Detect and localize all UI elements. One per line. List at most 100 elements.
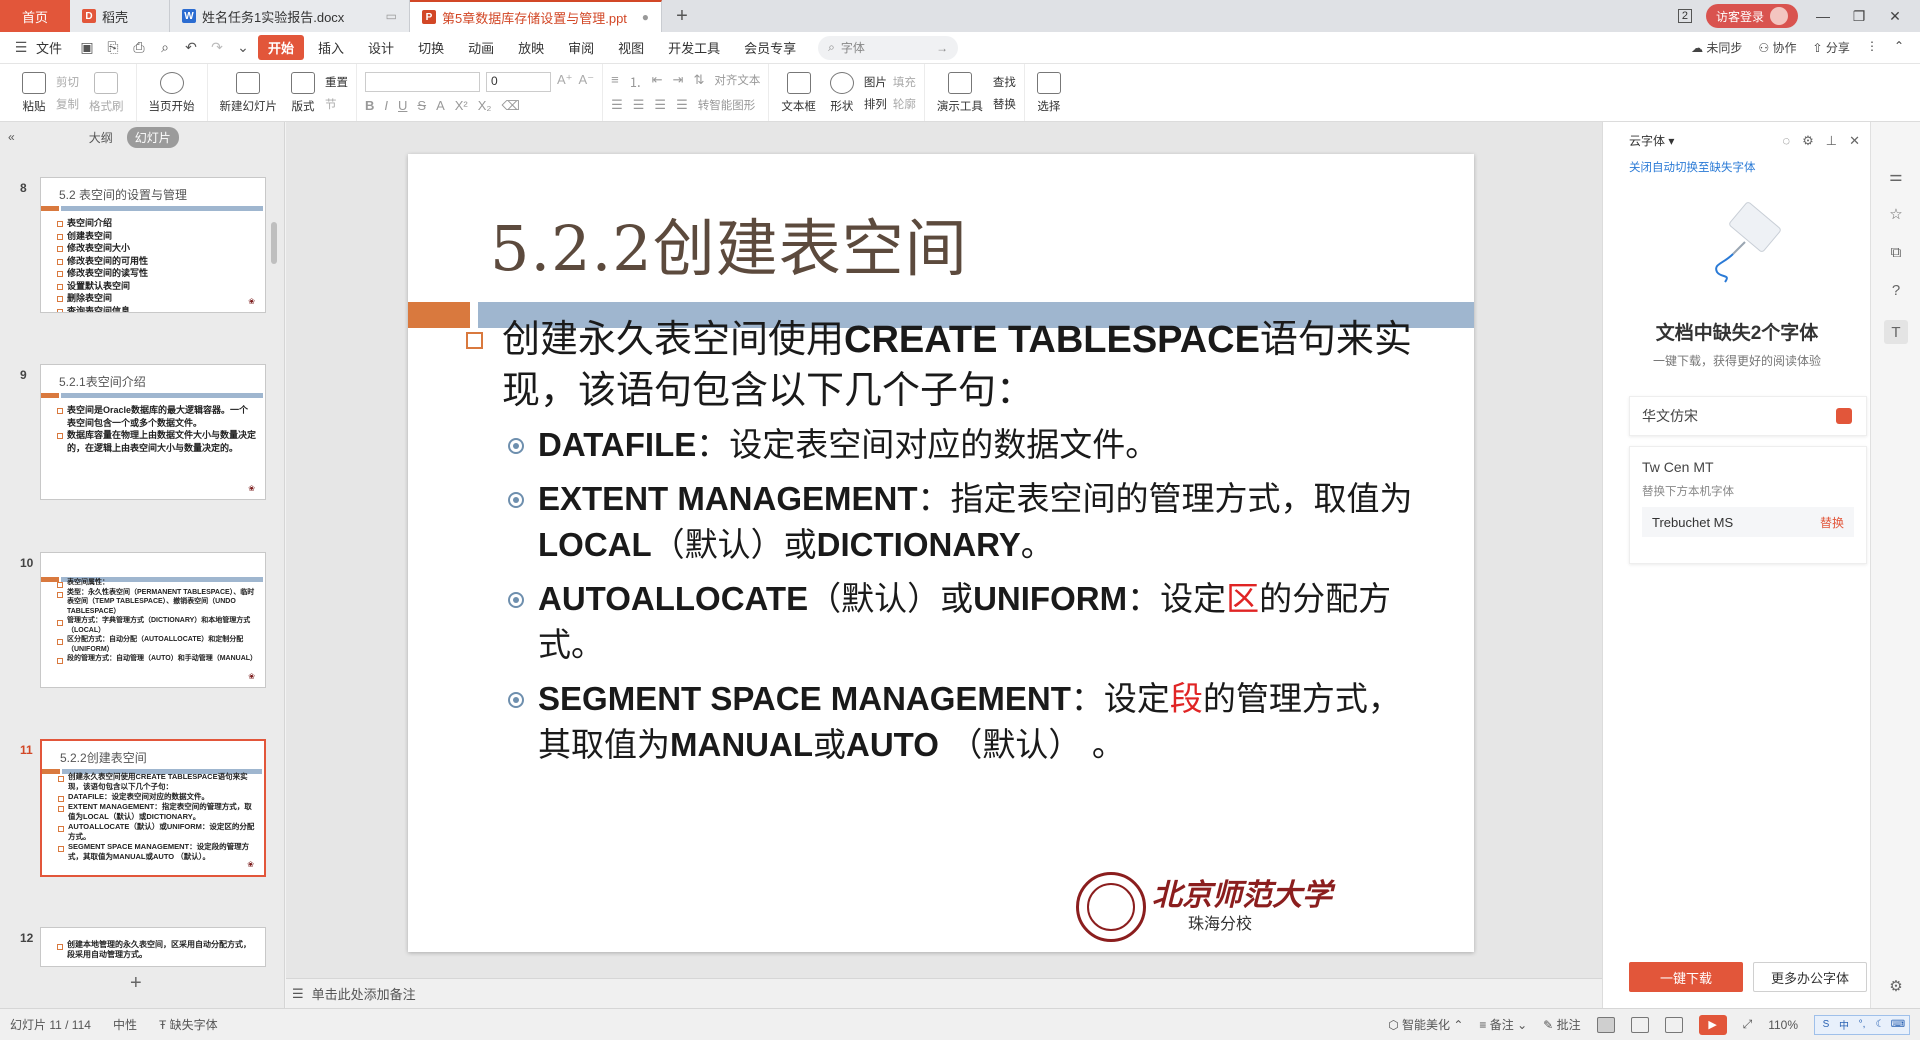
ime-chinese-icon[interactable]: 中 [1837, 1018, 1851, 1032]
notes-bar[interactable]: ☰ 单击此处添加备注 [286, 978, 1602, 1008]
italic-icon[interactable]: I [384, 98, 388, 114]
section-button[interactable]: 节 [325, 96, 348, 112]
redo-icon[interactable]: ↷ [206, 37, 228, 59]
layout-button[interactable]: 版式 [287, 71, 319, 114]
slide-canvas[interactable]: 5.2.2创建表空间 创建永久表空间使用CREATE TABLESPACE语句来… [408, 154, 1474, 952]
disable-auto-switch-link[interactable]: 关闭自动切换至缺失字体 [1603, 149, 1870, 175]
cut-button[interactable]: 剪切 [56, 74, 79, 90]
slide-thumbnail-active[interactable]: 5.2.2创建表空间 创建永久表空间使用CREATE TABLESPACE语句来… [40, 739, 266, 877]
tab-insert[interactable]: 插入 [308, 35, 354, 60]
tab-slides[interactable]: 幻灯片 [126, 126, 179, 148]
replace-button[interactable]: 替换 [1820, 514, 1844, 531]
play-slideshow-button[interactable]: ▶ [1698, 1014, 1727, 1035]
slide-editor[interactable]: 5.2.2创建表空间 创建永久表空间使用CREATE TABLESPACE语句来… [286, 122, 1612, 978]
missing-font-status[interactable]: Ŧ 缺失字体 [159, 1016, 218, 1033]
tab-start[interactable]: 开始 [258, 35, 305, 60]
pin-icon[interactable]: ⊥ [1826, 133, 1837, 149]
font-family-select[interactable] [365, 71, 480, 92]
tab-member[interactable]: 会员专享 [734, 35, 806, 60]
undo-icon[interactable]: ↶ [180, 37, 202, 59]
align-right-icon[interactable]: ☰ [654, 97, 666, 113]
presentation-tools-button[interactable]: 演示工具 [933, 71, 987, 114]
replacement-font-row[interactable]: Trebuchet MS 替换 [1642, 507, 1854, 537]
picture-button[interactable]: 图片 [864, 74, 887, 90]
tab-developer[interactable]: 开发工具 [658, 35, 730, 60]
font-size-select[interactable]: 0 [486, 71, 551, 92]
search-box[interactable]: ⌕ 字体 → [818, 35, 959, 60]
hamburger-icon[interactable]: ☰ [10, 37, 32, 59]
guest-login-button[interactable]: 访客登录 [1705, 4, 1798, 28]
preview-icon[interactable]: ⌕ [154, 37, 176, 59]
ime-moon-icon[interactable]: ☾ [1873, 1018, 1887, 1032]
slide-thumbnail[interactable]: 5.2 表空间的设置与管理 表空间介绍 创建表空间 修改表空间大小 修改表空间的… [40, 177, 266, 313]
ime-punct-icon[interactable]: °, [1855, 1018, 1869, 1032]
tab-slideshow[interactable]: 放映 [508, 35, 554, 60]
zoom-level[interactable]: 110% [1768, 1018, 1798, 1032]
tab-home[interactable]: 首页 [0, 0, 70, 32]
strikethrough-icon[interactable]: S [417, 98, 426, 114]
menu-file[interactable]: 文件 [36, 35, 72, 60]
help-icon[interactable]: ? [1884, 278, 1908, 302]
align-text-button[interactable]: 对齐文本 [714, 72, 760, 91]
panel-title[interactable]: 云字体 ▾ [1629, 132, 1674, 149]
star-icon[interactable]: ☆ [1884, 202, 1908, 226]
close-panel-icon[interactable]: ✕ [1849, 133, 1860, 149]
find-button[interactable]: 查找 [993, 74, 1016, 90]
share-button[interactable]: ⇧ 分享 [1813, 39, 1850, 56]
slide-thumbnail[interactable]: 表空间属性： 类型：永久性表空间（PERMANENT TABLESPACE）、临… [40, 552, 266, 688]
ime-toolbar[interactable]: S 中 °, ☾ ⌨ [1814, 1014, 1910, 1035]
font-grow-icon[interactable]: A⁺ [557, 72, 573, 92]
tab-outline[interactable]: 大纲 [89, 129, 113, 146]
indent-increase-icon[interactable]: ⇥ [673, 72, 684, 91]
arrow-right-icon[interactable]: → [936, 41, 948, 55]
reset-button[interactable]: 重置 [325, 74, 348, 90]
theme-name[interactable]: 中性 [113, 1016, 137, 1033]
align-left-icon[interactable]: ☰ [611, 97, 623, 113]
paste-button[interactable]: 粘贴 [18, 71, 50, 114]
arrange-button[interactable]: 排列 [864, 96, 887, 112]
settings-icon[interactable]: ⚙ [1884, 974, 1908, 998]
smart-beautify-button[interactable]: ⬡ 智能美化 ⌃ [1388, 1016, 1463, 1033]
font-shrink-icon[interactable]: A⁻ [579, 72, 595, 92]
tab-transition[interactable]: 切换 [408, 35, 454, 60]
replace-button[interactable]: 替换 [993, 96, 1016, 112]
more-fonts-button[interactable]: 更多办公字体 [1753, 962, 1867, 992]
clear-format-icon[interactable]: ⌫ [501, 98, 519, 114]
download-font-icon[interactable] [1836, 408, 1852, 424]
bullets-icon[interactable]: ≡ [611, 72, 619, 91]
main-bullet[interactable]: 创建永久表空间使用CREATE TABLESPACE语句来实现，该语句包含以下几… [466, 314, 1422, 415]
slide-title[interactable]: 5.2.2创建表空间 [490, 198, 968, 288]
numbering-icon[interactable]: ⒈ [629, 72, 642, 91]
more-icon[interactable]: ⌄ [232, 37, 254, 59]
download-all-button[interactable]: 一键下载 [1629, 962, 1743, 992]
textbox-button[interactable]: 文本框 [777, 71, 820, 114]
export-icon[interactable]: ⎘ [102, 37, 124, 59]
tab-ppt[interactable]: P 第5章数据库存储设置与管理.ppt ● [410, 0, 662, 32]
normal-view-icon[interactable] [1596, 1016, 1615, 1033]
sub-bullet[interactable]: AUTOALLOCATE（默认）或UNIFORM：设定区的分配方式。 [508, 576, 1418, 668]
notes-toggle[interactable]: ≡ 备注 ⌄ [1479, 1016, 1527, 1033]
tab-design[interactable]: 设计 [358, 35, 404, 60]
more-menu-icon[interactable]: ⋮ [1866, 39, 1878, 56]
tab-docer[interactable]: D 稻壳 [70, 0, 170, 32]
tab-view[interactable]: 视图 [608, 35, 654, 60]
gear-icon[interactable]: ⚙ [1802, 133, 1814, 149]
restore-icon[interactable]: ❐ [1848, 8, 1870, 25]
align-center-icon[interactable]: ☰ [633, 97, 645, 113]
thumbs-scrollbar[interactable] [271, 222, 277, 264]
save-icon[interactable]: ▣ [76, 37, 98, 59]
close-tab-icon[interactable]: ● [642, 10, 649, 24]
play-from-current-button[interactable]: 当页开始 [145, 71, 199, 114]
fit-window-icon[interactable]: ⤢ [1743, 1017, 1753, 1032]
slide-thumbnail[interactable]: 5.2.1表空间介绍 表空间是Oracle数据库的最大逻辑容器。一个表空间包含一… [40, 364, 266, 500]
collapse-ribbon-icon[interactable]: ⌃ [1894, 39, 1904, 56]
tab-docx[interactable]: W 姓名任务1实验报告.docx ▭ [170, 0, 410, 32]
fill-button[interactable]: 填充 [893, 74, 916, 90]
tab-animation[interactable]: 动画 [458, 35, 504, 60]
select-button[interactable]: 选择 [1033, 71, 1065, 114]
copy-button[interactable]: 复制 [56, 96, 79, 112]
slide-thumbnail[interactable]: 创建本地管理的永久表空间，区采用自动分配方式，段采用自动管理方式。 [40, 927, 266, 967]
sub-bullet[interactable]: EXTENT MANAGEMENT：指定表空间的管理方式，取值为LOCAL（默认… [508, 476, 1418, 568]
print-icon[interactable]: ⎙ [128, 37, 150, 59]
sub-bullet[interactable]: SEGMENT SPACE MANAGEMENT：设定段的管理方式，其取值为MA… [508, 676, 1418, 768]
